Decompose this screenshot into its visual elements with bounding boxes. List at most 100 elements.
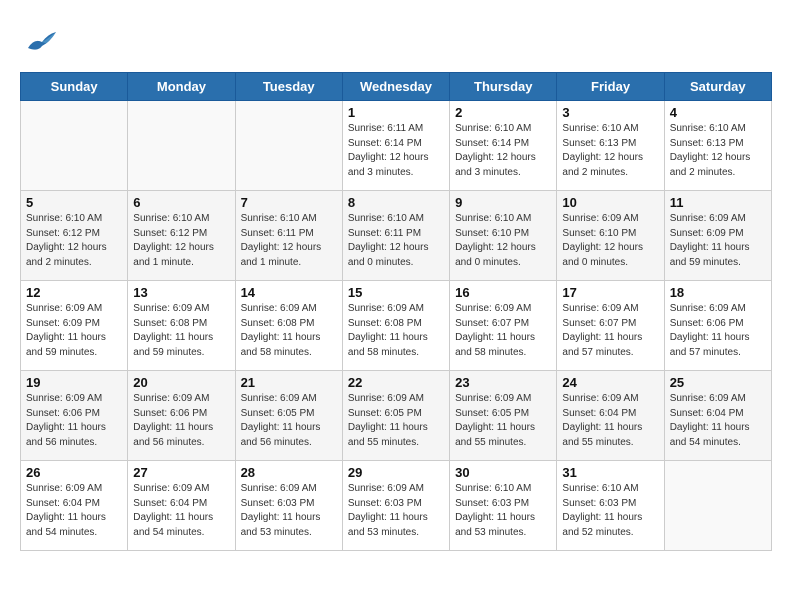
day-number: 24 [562, 375, 658, 390]
calendar-cell: 28Sunrise: 6:09 AM Sunset: 6:03 PM Dayli… [235, 461, 342, 551]
day-number: 18 [670, 285, 766, 300]
calendar-cell: 18 Sunrise: 6:09 AM Sunset: 6:06 PM Dayli… [664, 281, 771, 371]
day-info: Sunrise: 6:09 AM Sunset: 6:06 PM Dayligh… [26, 392, 122, 450]
day-info: Sunrise: 6:09 AM Sunset: 6:08 PM Dayligh… [348, 302, 444, 360]
day-info: Sunrise: 6:09 AM Sunset: 6:05 PM Dayligh… [455, 392, 551, 450]
day-number: 14 [241, 285, 337, 300]
calendar-body: 1 Sunrise: 6:11 AM Sunset: 6:14 PM Daylig… [21, 101, 772, 551]
day-number: 20 [133, 375, 229, 390]
day-info: Sunrise: 6:09 AM Sunset: 6:06 PM Dayligh… [133, 392, 229, 450]
day-number: 25 [670, 375, 766, 390]
day-number: 15 [348, 285, 444, 300]
day-number: 2 [455, 105, 551, 120]
day-info: Sunrise: 6:09 AM Sunset: 6:09 PM Dayligh… [26, 302, 122, 360]
calendar-cell: 27 Sunrise: 6:09 AM Sunset: 6:04 PM Dayli… [128, 461, 235, 551]
day-info: Sunrise: 6:10 AM Sunset: 6:11 PM Dayligh… [241, 212, 337, 270]
day-number: 4 [670, 105, 766, 120]
day-number: 31 [562, 465, 658, 480]
day-number: 29 [348, 465, 444, 480]
weekday-header-saturday: Saturday [664, 73, 771, 101]
day-info: Sunrise: 6:10 AM Sunset: 6:12 PM Dayligh… [133, 212, 229, 270]
weekday-header-thursday: Thursday [450, 73, 557, 101]
calendar-cell: 8Sunrise: 6:10 AM Sunset: 6:11 PM Daylig… [342, 191, 449, 281]
calendar-cell [664, 461, 771, 551]
calendar-cell [128, 101, 235, 191]
calendar-cell: 29Sunrise: 6:09 AM Sunset: 6:03 PM Dayli… [342, 461, 449, 551]
calendar-cell: 2 Sunrise: 6:10 AM Sunset: 6:14 PM Daylig… [450, 101, 557, 191]
day-number: 8 [348, 195, 444, 210]
day-info: Sunrise: 6:09 AM Sunset: 6:10 PM Dayligh… [562, 212, 658, 270]
day-number: 21 [241, 375, 337, 390]
calendar-cell: 25 Sunrise: 6:09 AM Sunset: 6:04 PM Dayli… [664, 371, 771, 461]
calendar-cell: 21 Sunrise: 6:09 AM Sunset: 6:05 PM Dayli… [235, 371, 342, 461]
calendar-cell: 12 Sunrise: 6:09 AM Sunset: 6:09 PM Dayli… [21, 281, 128, 371]
logo-icon [20, 20, 62, 62]
day-info: Sunrise: 6:09 AM Sunset: 6:06 PM Dayligh… [670, 302, 766, 360]
day-info: Sunrise: 6:09 AM Sunset: 6:04 PM Dayligh… [562, 392, 658, 450]
weekday-header-tuesday: Tuesday [235, 73, 342, 101]
logo [20, 20, 66, 62]
day-number: 3 [562, 105, 658, 120]
day-number: 7 [241, 195, 337, 210]
calendar-week-row: 1 Sunrise: 6:11 AM Sunset: 6:14 PM Daylig… [21, 101, 772, 191]
day-number: 17 [562, 285, 658, 300]
calendar-cell: 24 Sunrise: 6:09 AM Sunset: 6:04 PM Dayli… [557, 371, 664, 461]
day-info: Sunrise: 6:10 AM Sunset: 6:03 PM Dayligh… [455, 482, 551, 540]
weekday-header-sunday: Sunday [21, 73, 128, 101]
calendar-cell: 26 Sunrise: 6:09 AM Sunset: 6:04 PM Dayli… [21, 461, 128, 551]
day-number: 9 [455, 195, 551, 210]
calendar-cell: 4 Sunrise: 6:10 AM Sunset: 6:13 PM Daylig… [664, 101, 771, 191]
page-header [20, 20, 772, 62]
day-info: Sunrise: 6:11 AM Sunset: 6:14 PM Dayligh… [348, 122, 444, 180]
day-info: Sunrise: 6:09 AM Sunset: 6:04 PM Dayligh… [670, 392, 766, 450]
day-info: Sunrise: 6:09 AM Sunset: 6:05 PM Dayligh… [348, 392, 444, 450]
day-info: Sunrise: 6:09 AM Sunset: 6:09 PM Dayligh… [670, 212, 766, 270]
calendar-week-row: 5 Sunrise: 6:10 AM Sunset: 6:12 PM Daylig… [21, 191, 772, 281]
calendar-cell: 13 Sunrise: 6:09 AM Sunset: 6:08 PM Dayli… [128, 281, 235, 371]
day-info: Sunrise: 6:10 AM Sunset: 6:13 PM Dayligh… [670, 122, 766, 180]
calendar-cell: 23Sunrise: 6:09 AM Sunset: 6:05 PM Dayli… [450, 371, 557, 461]
calendar-cell: 19Sunrise: 6:09 AM Sunset: 6:06 PM Dayli… [21, 371, 128, 461]
day-info: Sunrise: 6:09 AM Sunset: 6:05 PM Dayligh… [241, 392, 337, 450]
day-number: 1 [348, 105, 444, 120]
day-info: Sunrise: 6:09 AM Sunset: 6:07 PM Dayligh… [455, 302, 551, 360]
day-info: Sunrise: 6:10 AM Sunset: 6:03 PM Dayligh… [562, 482, 658, 540]
calendar-cell: 14 Sunrise: 6:09 AM Sunset: 6:08 PM Dayli… [235, 281, 342, 371]
day-info: Sunrise: 6:09 AM Sunset: 6:03 PM Dayligh… [241, 482, 337, 540]
calendar-cell [21, 101, 128, 191]
calendar-cell: 6 Sunrise: 6:10 AM Sunset: 6:12 PM Daylig… [128, 191, 235, 281]
day-number: 13 [133, 285, 229, 300]
day-number: 16 [455, 285, 551, 300]
weekday-header-friday: Friday [557, 73, 664, 101]
day-info: Sunrise: 6:09 AM Sunset: 6:08 PM Dayligh… [133, 302, 229, 360]
calendar-cell: 30 Sunrise: 6:10 AM Sunset: 6:03 PM Dayli… [450, 461, 557, 551]
day-number: 30 [455, 465, 551, 480]
day-number: 5 [26, 195, 122, 210]
calendar-cell: 5Sunrise: 6:10 AM Sunset: 6:12 PM Daylig… [21, 191, 128, 281]
day-number: 27 [133, 465, 229, 480]
day-number: 12 [26, 285, 122, 300]
day-info: Sunrise: 6:09 AM Sunset: 6:04 PM Dayligh… [133, 482, 229, 540]
calendar-cell: 31 Sunrise: 6:10 AM Sunset: 6:03 PM Dayli… [557, 461, 664, 551]
calendar-header: SundayMondayTuesdayWednesdayThursdayFrid… [21, 73, 772, 101]
calendar-cell: 1 Sunrise: 6:11 AM Sunset: 6:14 PM Daylig… [342, 101, 449, 191]
day-number: 22 [348, 375, 444, 390]
day-number: 26 [26, 465, 122, 480]
day-number: 10 [562, 195, 658, 210]
calendar-week-row: 26 Sunrise: 6:09 AM Sunset: 6:04 PM Dayli… [21, 461, 772, 551]
calendar-cell: 10 Sunrise: 6:09 AM Sunset: 6:10 PM Dayli… [557, 191, 664, 281]
calendar-cell: 3 Sunrise: 6:10 AM Sunset: 6:13 PM Daylig… [557, 101, 664, 191]
day-info: Sunrise: 6:10 AM Sunset: 6:14 PM Dayligh… [455, 122, 551, 180]
day-info: Sunrise: 6:09 AM Sunset: 6:08 PM Dayligh… [241, 302, 337, 360]
calendar-cell: 17Sunrise: 6:09 AM Sunset: 6:07 PM Dayli… [557, 281, 664, 371]
calendar-cell: 15 Sunrise: 6:09 AM Sunset: 6:08 PM Dayli… [342, 281, 449, 371]
calendar-cell: 7 Sunrise: 6:10 AM Sunset: 6:11 PM Daylig… [235, 191, 342, 281]
calendar-week-row: 19Sunrise: 6:09 AM Sunset: 6:06 PM Dayli… [21, 371, 772, 461]
calendar-week-row: 12 Sunrise: 6:09 AM Sunset: 6:09 PM Dayli… [21, 281, 772, 371]
day-info: Sunrise: 6:09 AM Sunset: 6:04 PM Dayligh… [26, 482, 122, 540]
calendar-cell: 22 Sunrise: 6:09 AM Sunset: 6:05 PM Dayli… [342, 371, 449, 461]
day-info: Sunrise: 6:10 AM Sunset: 6:13 PM Dayligh… [562, 122, 658, 180]
calendar-cell: 16 Sunrise: 6:09 AM Sunset: 6:07 PM Dayli… [450, 281, 557, 371]
calendar-cell: 9Sunrise: 6:10 AM Sunset: 6:10 PM Daylig… [450, 191, 557, 281]
day-number: 6 [133, 195, 229, 210]
